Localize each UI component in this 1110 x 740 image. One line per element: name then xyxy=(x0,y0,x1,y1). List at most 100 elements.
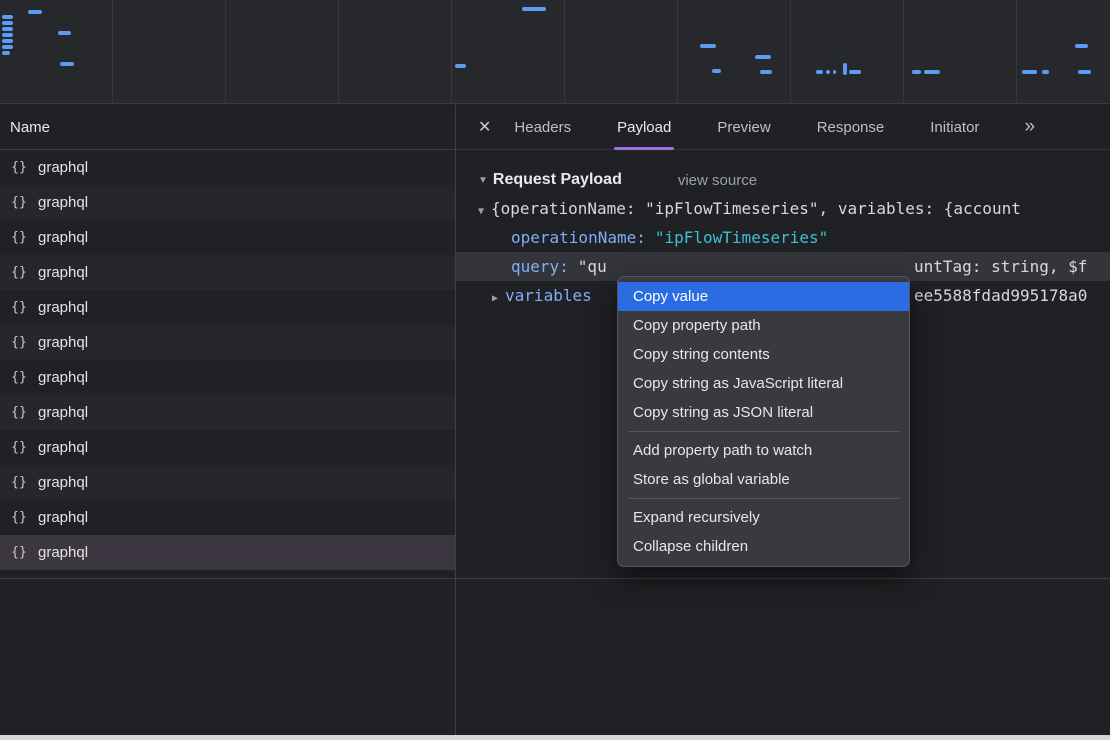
request-name: graphql xyxy=(38,369,88,386)
tab-payload[interactable]: Payload xyxy=(614,105,674,150)
timeline-bar xyxy=(1078,70,1091,74)
context-menu-item-add-property-path-to-watch[interactable]: Add property path to watch xyxy=(618,436,909,465)
name-column-header[interactable]: Name xyxy=(0,105,455,150)
context-menu: Copy valueCopy property pathCopy string … xyxy=(617,276,910,567)
request-name: graphql xyxy=(38,544,88,561)
timeline-bar xyxy=(2,33,13,37)
request-row[interactable]: {} graphql xyxy=(0,500,455,535)
request-row[interactable]: {}graphql xyxy=(0,185,455,220)
json-braces-icon: {} xyxy=(9,475,29,490)
timeline-bar xyxy=(1042,70,1049,74)
request-row[interactable]: {} graphql xyxy=(0,535,455,570)
context-menu-item-copy-string-contents[interactable]: Copy string contents xyxy=(618,340,909,369)
request-name: graphql xyxy=(38,264,88,281)
request-name: graphql xyxy=(38,439,88,456)
collapse-triangle-icon[interactable]: ▼ xyxy=(478,175,488,186)
timeline-bar xyxy=(2,45,13,49)
json-braces-icon: {} xyxy=(9,230,29,245)
timeline-bar xyxy=(2,27,13,31)
timeline-bar xyxy=(2,15,13,19)
timeline-bar xyxy=(843,63,847,75)
json-braces-icon: {} xyxy=(9,300,29,315)
request-row[interactable]: {} graphql xyxy=(0,360,455,395)
view-source-link[interactable]: view source xyxy=(678,172,757,189)
window-bottom-edge xyxy=(0,735,1110,740)
json-braces-icon: {} xyxy=(9,545,29,560)
context-menu-item-copy-value[interactable]: Copy value xyxy=(618,282,909,311)
tab-headers[interactable]: Headers xyxy=(511,105,574,150)
request-name: graphql xyxy=(38,159,88,176)
object-preview: {operationName: "ipFlowTimeseries", vari… xyxy=(491,199,1021,218)
expand-triangle-icon[interactable]: ▶ xyxy=(492,293,498,304)
detail-tabbar: ✕ Headers Payload Preview Response Initiator… xyxy=(456,105,1110,150)
timeline-bar xyxy=(58,31,71,35)
context-menu-separator xyxy=(628,498,899,499)
request-row[interactable]: {} graphql xyxy=(0,150,455,185)
request-list-panel: Name {}graphql{}graphql{}graphql{}graphq… xyxy=(0,105,456,740)
property-value-continued: ee5588fdad995178a0 xyxy=(914,281,1087,310)
collapse-triangle-icon[interactable]: ▼ xyxy=(478,206,484,217)
timeline-bar xyxy=(833,70,836,74)
json-braces-icon: {} xyxy=(9,370,29,385)
tree-row-operationname[interactable]: operationName:"ipFlowTimeseries" xyxy=(456,223,1110,252)
timeline-bar xyxy=(1075,44,1088,48)
tab-response[interactable]: Response xyxy=(814,105,888,150)
timeline-bar xyxy=(826,70,830,74)
property-value-continued: untTag: string, $f xyxy=(914,252,1087,281)
timeline-bar xyxy=(700,44,716,48)
json-braces-icon: {} xyxy=(9,335,29,350)
context-menu-item-collapse-children[interactable]: Collapse children xyxy=(618,532,909,561)
timeline-bar xyxy=(849,70,861,74)
timeline-bar xyxy=(60,62,74,66)
tab-preview[interactable]: Preview xyxy=(714,105,773,150)
devtools-window: Name {}graphql{}graphql{}graphql{}graphq… xyxy=(0,0,1110,740)
json-braces-icon: {} xyxy=(9,265,29,280)
json-braces-icon: {} xyxy=(9,510,29,525)
section-title: Request Payload xyxy=(493,171,622,189)
timeline-bar xyxy=(760,70,772,74)
timeline-bar xyxy=(455,64,466,68)
context-menu-item-store-as-global-variable[interactable]: Store as global variable xyxy=(618,465,909,494)
context-menu-separator xyxy=(628,431,899,432)
timeline-bar xyxy=(912,70,921,74)
tab-initiator[interactable]: Initiator xyxy=(927,105,982,150)
request-row[interactable]: {} graphql xyxy=(0,325,455,360)
request-row[interactable]: {} graphql xyxy=(0,465,455,500)
json-braces-icon: {} xyxy=(9,405,29,420)
timeline-bar xyxy=(755,55,771,59)
request-name: graphql xyxy=(38,229,88,246)
request-list: {} graphql {} graphql {} graphql {} graphql {} gr… xyxy=(0,150,455,570)
request-payload-section[interactable]: ▼ Request Payload view source xyxy=(456,166,1110,194)
timeline-bar xyxy=(1022,70,1037,74)
detail-tabs: Headers Payload Preview Response Initiator xyxy=(511,105,1022,150)
timeline-bar xyxy=(28,10,42,14)
context-menu-item-copy-property-path[interactable]: Copy property path xyxy=(618,311,909,340)
request-row[interactable]: {} graphql xyxy=(0,290,455,325)
context-menu-item-copy-string-as-json-literal[interactable]: Copy string as JSON literal xyxy=(618,398,909,427)
panel-footer-divider xyxy=(0,578,1110,579)
more-tabs-icon[interactable]: » xyxy=(1024,116,1035,138)
request-name: graphql xyxy=(38,509,88,526)
timeline-bar xyxy=(2,51,10,55)
request-name: graphql xyxy=(38,334,88,351)
request-row[interactable]: {} graphql xyxy=(0,220,455,255)
timeline-bar xyxy=(712,69,721,73)
timeline-bar xyxy=(2,39,13,43)
context-menu-item-copy-string-as-javascript-literal[interactable]: Copy string as JavaScript literal xyxy=(618,369,909,398)
request-name: graphql xyxy=(38,474,88,491)
context-menu-item-expand-recursively[interactable]: Expand recursively xyxy=(618,503,909,532)
close-icon[interactable]: ✕ xyxy=(478,117,491,137)
request-name: graphql xyxy=(38,404,88,421)
timeline-bar xyxy=(2,21,13,25)
tree-row-root[interactable]: ▼ {operationName: "ipFlowTimeseries", var… xyxy=(456,194,1110,223)
json-braces-icon: {} xyxy=(9,160,29,175)
request-row[interactable]: {} graphql xyxy=(0,255,455,290)
request-row[interactable]: {} graphql xyxy=(0,395,455,430)
request-name: graphql xyxy=(38,194,88,211)
network-overview[interactable] xyxy=(0,0,1110,104)
request-name: graphql xyxy=(38,299,88,316)
timeline-bar xyxy=(522,7,546,11)
request-row[interactable]: {}graphql xyxy=(0,430,455,465)
property-value: "qu xyxy=(578,257,607,276)
property-value: "ipFlowTimeseries" xyxy=(655,228,828,247)
